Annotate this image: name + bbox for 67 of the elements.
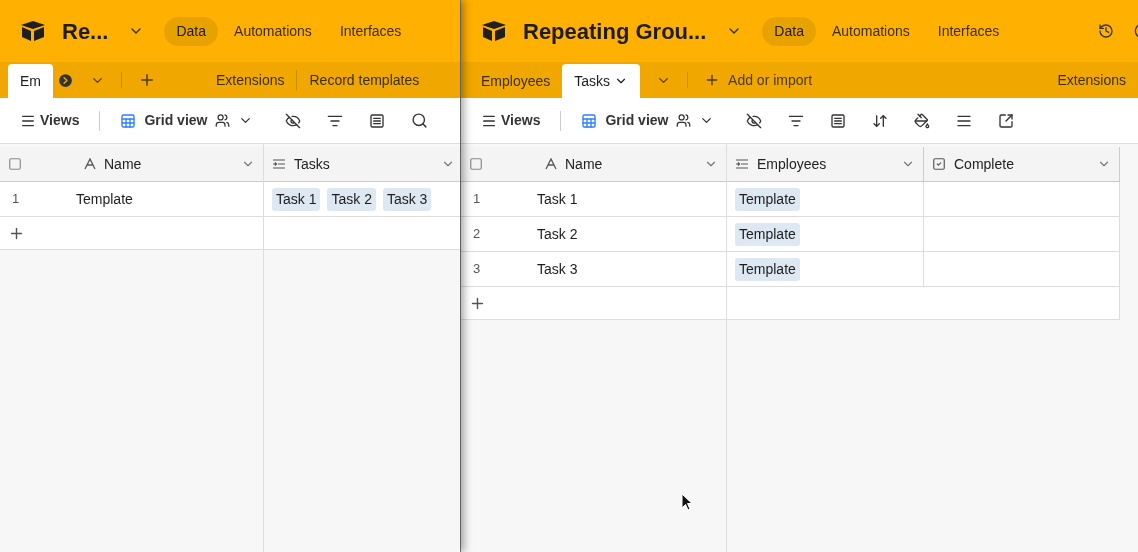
views-button[interactable]: Views (481, 110, 541, 131)
table-cell-text: Task 1 (537, 189, 578, 209)
base-title: Re... (62, 17, 109, 46)
linked-field-icon (272, 158, 286, 170)
linked-record-chip[interactable]: Task 2 (327, 187, 376, 211)
row-number: 1 (472, 190, 482, 209)
linked-record-chip[interactable]: Template (735, 222, 800, 246)
column-name: Tasks (294, 154, 330, 174)
add-icon[interactable] (138, 71, 156, 89)
nav-tab[interactable]: Interfaces (925, 16, 1012, 46)
base-title: Repeating Grou... (523, 17, 707, 46)
select-all-checkbox[interactable] (469, 157, 483, 171)
nav-tab[interactable]: Data (762, 16, 816, 46)
grid-view-button[interactable]: Grid view (581, 110, 715, 131)
arrow-circle-icon[interactable] (57, 71, 74, 89)
column-name: Complete (954, 154, 1014, 174)
toolbar-link[interactable]: Extensions (204, 69, 297, 91)
linked-record-chip[interactable]: Task 1 (272, 187, 321, 211)
hide-fields-icon[interactable] (285, 112, 302, 129)
views-button[interactable]: Views (20, 110, 80, 131)
text-field-icon (545, 158, 557, 170)
table-cell-text: Task 3 (537, 259, 578, 279)
paint-bucket-icon[interactable] (914, 112, 931, 129)
column-header[interactable]: Name (0, 147, 264, 181)
group-icon[interactable] (369, 112, 386, 129)
column-name: Name (565, 154, 603, 174)
share-icon[interactable] (998, 112, 1015, 129)
hide-fields-icon[interactable] (746, 112, 763, 129)
table-tab[interactable]: Em (8, 64, 53, 98)
table-tab[interactable]: Tasks (562, 64, 641, 98)
linked-record-chip[interactable]: Task 3 (382, 187, 432, 211)
linked-field-icon (735, 158, 749, 170)
table-tab[interactable]: Employees (469, 64, 563, 98)
people-icon (215, 113, 231, 128)
checkbox-field-icon (932, 157, 946, 171)
sort-icon[interactable] (872, 112, 889, 129)
toolbar-link[interactable]: Extensions (1045, 69, 1138, 91)
row-number: 3 (472, 260, 482, 279)
people-icon (676, 113, 692, 128)
column-header[interactable]: Employees (727, 147, 924, 181)
logo-icon (20, 20, 46, 42)
history-icon[interactable] (1098, 23, 1114, 39)
text-field-icon (84, 158, 96, 170)
linked-record-chip[interactable]: Template (735, 187, 800, 211)
table-cell-text: Template (76, 189, 133, 209)
grid-view-button[interactable]: Grid view (120, 110, 254, 131)
nav-tab[interactable]: Interfaces (327, 16, 414, 46)
column-header[interactable]: Name (461, 147, 727, 181)
add-or-import-button[interactable]: Add or import (704, 69, 813, 91)
column-header[interactable]: Complete (924, 147, 1120, 181)
linked-record-chip[interactable]: Template (735, 257, 800, 281)
search-icon[interactable] (411, 112, 429, 129)
nav-tab[interactable]: Automations (819, 16, 922, 46)
row-number: 2 (472, 225, 482, 244)
grid-icon (120, 112, 137, 129)
mouse-pointer-icon (681, 493, 693, 511)
row-number: 1 (11, 190, 21, 209)
logo-icon (481, 20, 507, 42)
group-icon[interactable] (830, 112, 847, 129)
column-name: Name (104, 154, 142, 174)
nav-tab[interactable]: Data (164, 16, 219, 46)
table-cell-text: Task 2 (537, 224, 578, 244)
column-name: Employees (757, 154, 827, 174)
nav-tab[interactable]: Automations (222, 16, 324, 46)
toolbar-link[interactable]: Record templates (296, 69, 432, 91)
grid-icon (581, 112, 598, 129)
select-all-checkbox[interactable] (8, 157, 22, 171)
